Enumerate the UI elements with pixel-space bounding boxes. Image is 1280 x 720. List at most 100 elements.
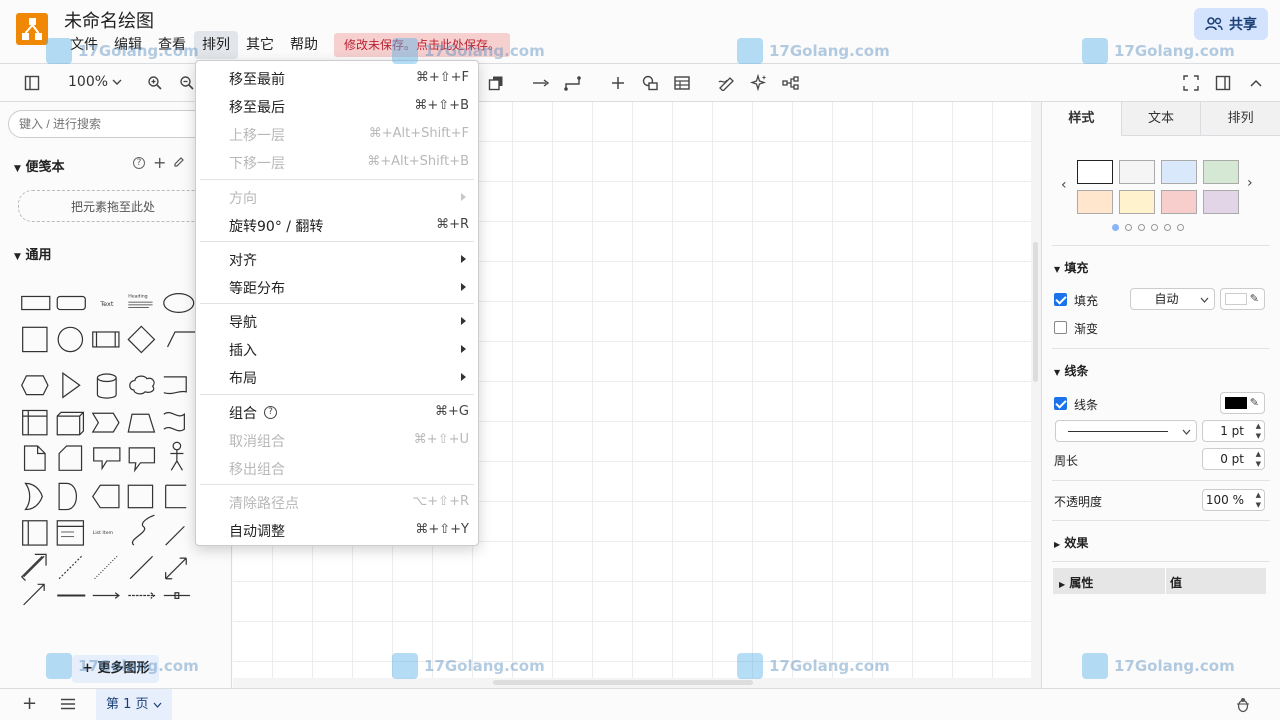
menu-item-rotate-flip[interactable]: 旋转90° / 翻转 ⌘+R	[196, 211, 478, 239]
fill-section-header[interactable]: ▼ 填充	[1054, 259, 1088, 276]
line-style-select[interactable]	[1055, 420, 1197, 442]
stepper-icon[interactable]: ▲ ▼	[1256, 490, 1261, 510]
menu-item-autosize[interactable]: 自动调整 ⌘+⇧+Y	[196, 516, 478, 544]
shape-rounded-rectangle	[56, 295, 86, 311]
shape-parallelogram	[166, 331, 196, 348]
line-color-picker[interactable]: ✎	[1220, 392, 1265, 414]
help-icon[interactable]: ?	[133, 157, 145, 169]
line-width-value: 1 pt	[1220, 424, 1244, 438]
effects-header[interactable]: ▶ 效果	[1054, 534, 1088, 551]
perimeter-input[interactable]: 0 pt ▲ ▼	[1202, 448, 1265, 470]
menu-item-align[interactable]: 对齐	[196, 245, 478, 273]
chevron-left-icon[interactable]: ‹	[1061, 177, 1067, 193]
help-icon[interactable]: ?	[264, 406, 277, 419]
shapes-icon[interactable]	[639, 72, 661, 94]
watermark: 17Golang.com	[392, 38, 545, 64]
fill-checkbox[interactable]	[1054, 293, 1067, 306]
fill-select[interactable]: 自动	[1130, 288, 1215, 310]
menu-item-to-back[interactable]: 移至最后 ⌘+⇧+B	[196, 92, 478, 120]
style-swatch[interactable]	[1161, 160, 1197, 184]
shape-list	[56, 520, 85, 546]
chevron-down-icon	[153, 702, 162, 708]
menu-item-layout[interactable]: 布局	[196, 363, 478, 391]
menu-item-navigation[interactable]: 导航	[196, 307, 478, 335]
property-header[interactable]: ▶ 属性	[1059, 574, 1093, 591]
shape-ellipse	[163, 293, 195, 313]
style-swatch[interactable]	[1203, 160, 1239, 184]
menu-item-distribute[interactable]: 等距分布	[196, 273, 478, 301]
shape-or	[24, 482, 43, 511]
watermark: 17Golang.com	[737, 653, 890, 679]
page-tab[interactable]: 第 1 页	[96, 689, 172, 720]
tab-style[interactable]: 样式	[1042, 102, 1121, 136]
style-swatch[interactable]	[1077, 160, 1113, 184]
tab-text[interactable]: 文本	[1120, 102, 1201, 136]
shape-callout	[93, 447, 121, 471]
opacity-input[interactable]: 100 % ▲ ▼	[1202, 489, 1265, 511]
style-swatch[interactable]	[1161, 190, 1197, 214]
menu-item-to-front[interactable]: 移至最前 ⌘+⇧+F	[196, 64, 478, 92]
shape-search-input[interactable]	[8, 110, 208, 138]
gradient-checkbox[interactable]	[1054, 321, 1067, 334]
shape-tape	[163, 412, 185, 432]
watermark-logo-icon	[392, 653, 418, 679]
scratchpad-drop-zone[interactable]: 把元素拖至此处	[18, 190, 208, 222]
document-title[interactable]: 未命名绘图	[64, 7, 154, 33]
watermark-logo-icon	[1082, 653, 1108, 679]
chevron-right-icon[interactable]: ›	[1247, 175, 1253, 191]
pencil-icon[interactable]	[173, 156, 185, 172]
fill-label: 填充	[1074, 294, 1099, 308]
style-swatch[interactable]	[1119, 190, 1155, 214]
collapse-chevron-up-icon[interactable]	[1245, 72, 1267, 94]
horizontal-scrollbar[interactable]	[233, 678, 1041, 688]
share-label: 共享	[1229, 17, 1257, 33]
table-icon[interactable]	[671, 72, 693, 94]
insert-plus-icon[interactable]	[607, 72, 629, 94]
connector-arrow-icon[interactable]	[530, 72, 552, 94]
watermark: 17Golang.com	[46, 653, 199, 679]
zoom-select[interactable]: 100%	[68, 74, 122, 90]
fill-color-picker[interactable]: ✎	[1220, 288, 1265, 310]
duplicate-icon[interactable]	[485, 72, 507, 94]
menu-item-insert[interactable]: 插入	[196, 335, 478, 363]
shape-document	[163, 376, 187, 395]
style-swatch[interactable]	[1119, 160, 1155, 184]
format-panel: 样式 文本 排列 ‹ › ▼ 填充 填充 自动 ✎ 渐变 ▼ 线条 线条 ✎ 1…	[1041, 102, 1280, 688]
ai-sparkle-icon[interactable]	[748, 72, 770, 94]
general-header[interactable]: ▼ 通用	[14, 244, 51, 263]
vertical-scrollbar[interactable]	[1031, 102, 1041, 688]
menu-extras[interactable]: 其它	[238, 31, 282, 59]
shape-hexagon	[21, 375, 49, 396]
menu-help[interactable]: 帮助	[282, 31, 326, 59]
scratchpad-header[interactable]: ▼ 便笺本	[14, 156, 64, 175]
toggle-sidebar-icon[interactable]	[21, 72, 43, 94]
bug-report-icon[interactable]	[1236, 697, 1250, 717]
perimeter-value: 0 pt	[1220, 452, 1244, 466]
tab-arrange[interactable]: 排列	[1200, 102, 1280, 136]
shape-display	[92, 484, 120, 509]
add-page-icon[interactable]: +	[22, 693, 37, 714]
fullscreen-icon[interactable]	[1180, 72, 1202, 94]
menu-arrange[interactable]: 排列	[194, 31, 238, 59]
zoom-in-icon[interactable]	[144, 72, 166, 94]
submenu-arrow-icon	[461, 373, 466, 381]
format-panel-toggle-icon[interactable]	[1212, 72, 1234, 94]
line-checkbox[interactable]	[1054, 397, 1067, 410]
share-button[interactable]: 共享	[1194, 8, 1268, 40]
shape-line	[129, 555, 154, 580]
chevron-down-icon	[1182, 429, 1191, 435]
menu-item-group[interactable]: 组合 ? ⌘+G	[196, 398, 478, 426]
style-swatch[interactable]	[1077, 190, 1113, 214]
pages-menu-icon[interactable]	[61, 698, 75, 714]
style-swatch[interactable]	[1203, 190, 1239, 214]
add-icon[interactable]: +	[153, 153, 166, 172]
app-logo[interactable]	[16, 13, 48, 45]
stepper-icon[interactable]: ▲ ▼	[1256, 421, 1261, 441]
line-width-input[interactable]: 1 pt ▲ ▼	[1202, 420, 1265, 442]
pagination-dots[interactable]	[1112, 224, 1184, 231]
waypoint-icon[interactable]	[562, 72, 584, 94]
layout-tree-icon[interactable]	[780, 72, 802, 94]
freehand-icon[interactable]	[716, 72, 738, 94]
stepper-icon[interactable]: ▲ ▼	[1256, 449, 1261, 469]
line-section-header[interactable]: ▼ 线条	[1054, 362, 1088, 379]
